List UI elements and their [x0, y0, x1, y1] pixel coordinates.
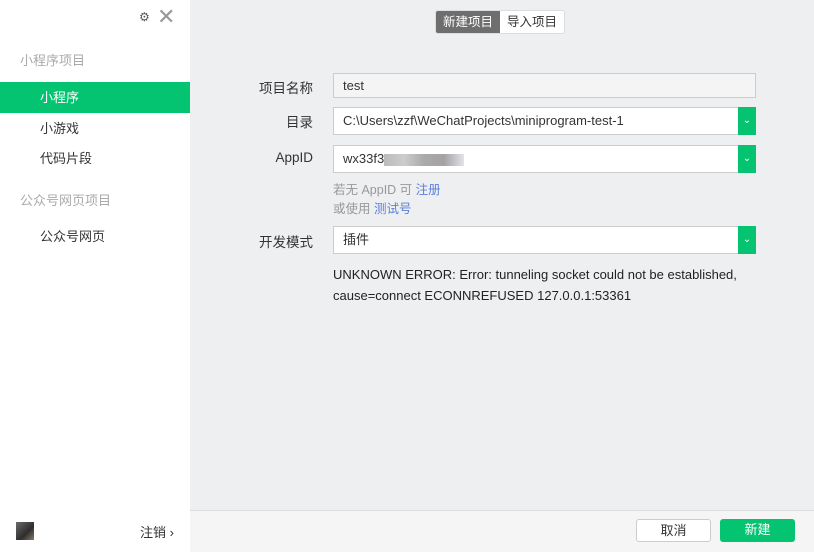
chevron-down-icon[interactable]: ⌄ — [738, 107, 756, 135]
test-account-link[interactable]: 测试号 — [374, 202, 412, 216]
cancel-button[interactable]: 取消 — [636, 519, 711, 542]
directory-value: C:\Users\zzf\WeChatProjects\miniprogram-… — [343, 113, 624, 128]
register-hint: 若无 AppID 可 注册 — [333, 179, 441, 198]
group-official-account: 公众号网页项目 — [20, 193, 112, 208]
dev-mode-value: 插件 — [343, 232, 370, 247]
appid-value: wx33f3 — [343, 151, 385, 166]
dev-mode-select[interactable]: 插件 ⌄ — [333, 226, 756, 254]
group-miniprogram-projects: 小程序项目 — [20, 53, 86, 68]
project-name-label: 项目名称 — [259, 81, 313, 96]
avatar[interactable] — [16, 522, 34, 540]
appid-label: AppID — [275, 150, 313, 165]
gear-icon[interactable]: ⚙ — [139, 10, 150, 24]
project-tabs: 新建项目 导入项目 — [435, 10, 566, 34]
error-message: UNKNOWN ERROR: Error: tunneling socket c… — [333, 267, 737, 303]
redacted-blur — [384, 153, 465, 166]
project-name-input[interactable]: test — [333, 73, 756, 98]
sidebar: ⚙ ✕ 小程序项目 小程序 小游戏 代码片段 公众号网页项目 公众号网页 注销 … — [0, 0, 190, 552]
close-icon[interactable]: ✕ — [157, 6, 175, 28]
register-link[interactable]: 注册 — [416, 183, 441, 197]
chevron-down-icon[interactable]: ⌄ — [738, 145, 756, 173]
test-account-hint: 或使用 测试号 — [333, 198, 412, 217]
hint-text: 或使用 — [333, 202, 374, 216]
logout-link[interactable]: 注销 › — [140, 522, 174, 541]
tab-import-project[interactable]: 导入项目 — [500, 11, 565, 33]
directory-select[interactable]: C:\Users\zzf\WeChatProjects\miniprogram-… — [333, 107, 756, 135]
chevron-down-icon[interactable]: ⌄ — [738, 226, 756, 254]
appid-select[interactable]: wx33f3 ⌄ — [333, 145, 756, 173]
create-button[interactable]: 新建 — [720, 519, 795, 542]
tab-new-project[interactable]: 新建项目 — [436, 11, 501, 33]
sidebar-item-miniprogram[interactable]: 小程序 — [0, 82, 190, 113]
sidebar-item-minigame[interactable]: 小游戏 — [0, 113, 190, 144]
dev-mode-label: 开发模式 — [259, 235, 313, 250]
sidebar-item-web[interactable]: 公众号网页 — [0, 221, 190, 252]
sidebar-item-code-snippet[interactable]: 代码片段 — [0, 143, 190, 174]
directory-label: 目录 — [286, 115, 313, 130]
hint-text: 若无 AppID 可 — [333, 183, 416, 197]
